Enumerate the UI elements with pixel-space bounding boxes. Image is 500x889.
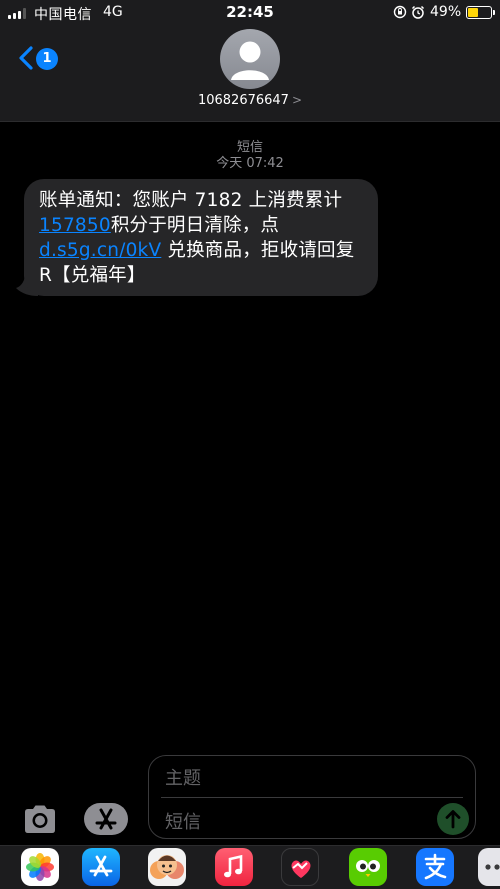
app-store-icon bbox=[84, 803, 128, 835]
message-bubble[interactable]: 账单通知：您账户 7182 上消费累计 157850积分于明日清除，点 d.s5g.… bbox=[24, 179, 378, 296]
digital-touch-icon[interactable] bbox=[281, 848, 319, 886]
unread-badge[interactable]: 1 bbox=[36, 48, 58, 70]
alarm-icon bbox=[411, 5, 425, 19]
app-store-button[interactable] bbox=[83, 800, 129, 838]
alipay-icon[interactable] bbox=[416, 848, 454, 886]
status-bar: 中国电信 4G 22:45 49% bbox=[0, 0, 500, 26]
message-url-link[interactable]: d.s5g.cn/0kV bbox=[39, 240, 161, 261]
message-input[interactable]: 短信 bbox=[165, 808, 201, 834]
app-drawer bbox=[0, 845, 500, 889]
avatar[interactable] bbox=[220, 29, 280, 89]
duolingo-icon[interactable] bbox=[349, 848, 387, 886]
compose-box: 主题 短信 bbox=[148, 755, 476, 839]
avatar-person-icon bbox=[231, 41, 269, 80]
contact-name[interactable]: 10682676647 > bbox=[0, 93, 500, 108]
send-arrow-icon bbox=[445, 810, 461, 829]
clock: 22:45 bbox=[226, 3, 274, 21]
screen-lock-rotation-icon bbox=[393, 5, 407, 19]
send-button[interactable] bbox=[437, 803, 469, 835]
subject-input[interactable]: 主题 bbox=[165, 764, 201, 790]
message-text: 账单通知：您账户 7182 上消费累计 bbox=[39, 190, 343, 211]
app-store-icon[interactable] bbox=[82, 848, 120, 886]
chevron-right-icon: > bbox=[291, 93, 303, 107]
music-icon[interactable] bbox=[215, 848, 253, 886]
input-divider bbox=[161, 797, 463, 798]
points-number-link[interactable]: 157850 bbox=[39, 215, 111, 236]
photos-icon[interactable] bbox=[21, 848, 59, 886]
message-timestamp: 今天 07:42 bbox=[216, 156, 284, 171]
camera-button[interactable] bbox=[22, 803, 58, 835]
camera-icon bbox=[25, 805, 55, 833]
battery-icon bbox=[466, 6, 492, 19]
chevron-left-icon bbox=[19, 46, 33, 70]
contact-number: 10682676647 bbox=[197, 93, 289, 108]
message-text: 积分于明日清除，点 bbox=[110, 215, 280, 236]
memoji-icon[interactable] bbox=[148, 848, 186, 886]
battery-percent: 49% bbox=[430, 4, 462, 20]
more-icon[interactable] bbox=[478, 848, 500, 886]
conversation-header: 1 10682676647 > bbox=[0, 26, 500, 122]
